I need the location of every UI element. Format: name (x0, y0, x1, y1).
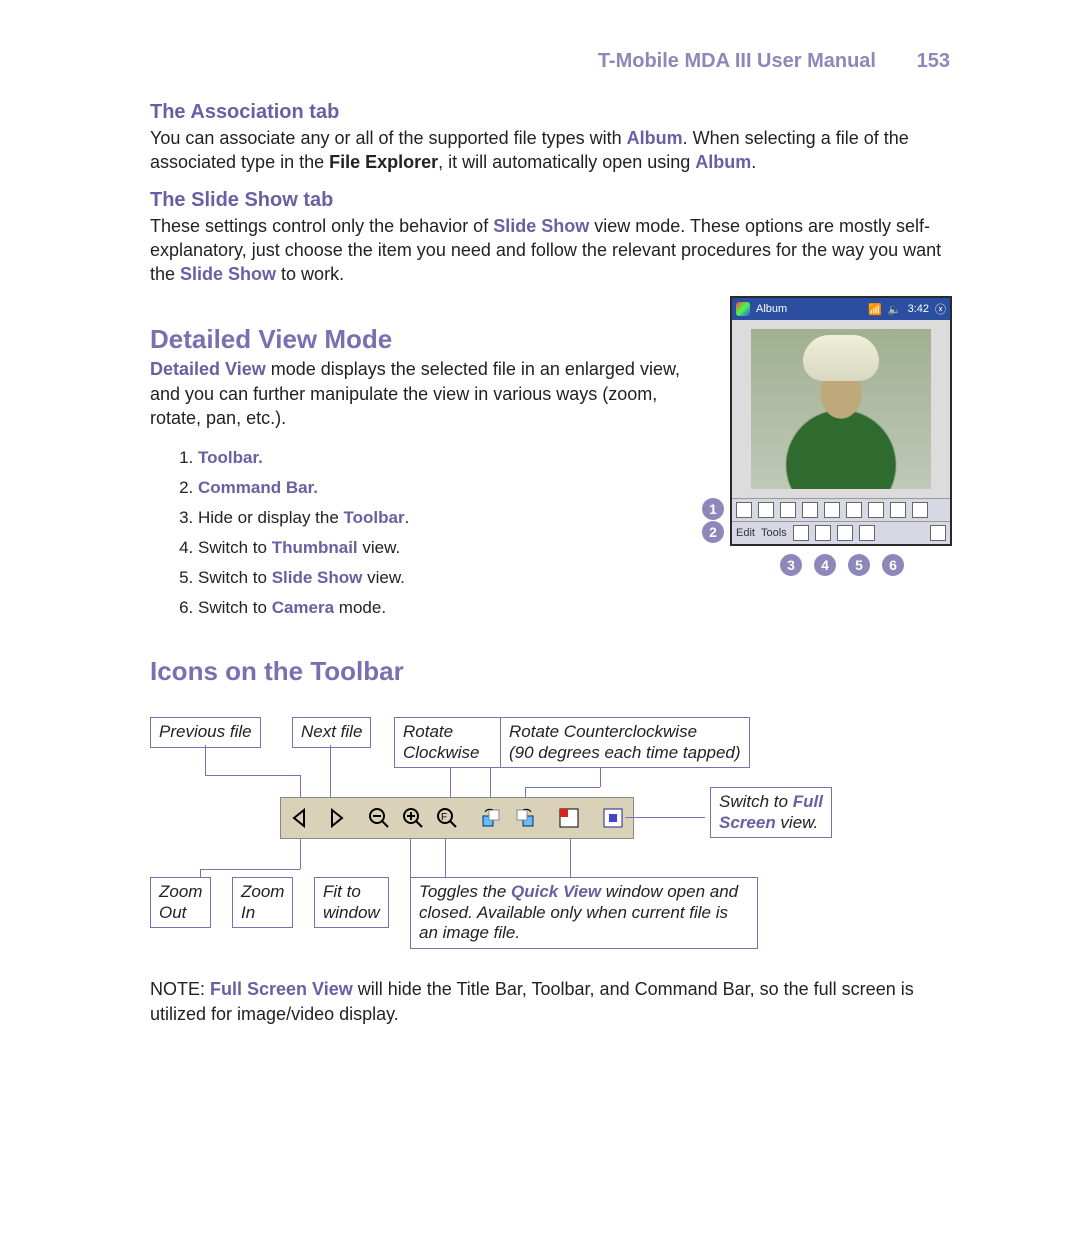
list-item: Toolbar. (198, 448, 710, 468)
zoom-out-icon (780, 502, 796, 518)
slideshow-view-icon (837, 525, 853, 541)
fit-window-icon (824, 502, 840, 518)
doc-title: T-Mobile MDA III User Manual (150, 50, 900, 73)
rotate-ccw-icon (868, 502, 884, 518)
detailed-view-list: Toolbar. Command Bar. Hide or display th… (158, 448, 710, 618)
detailed-view-paragraph: Detailed View mode displays the selected… (150, 357, 710, 430)
callout-zoom-out: ZoomOut (150, 877, 211, 928)
prev-icon (736, 502, 752, 518)
phone-app-title: Album (756, 303, 787, 315)
list-item: Command Bar. (198, 478, 710, 498)
svg-text:F: F (441, 812, 447, 823)
windows-start-icon (736, 302, 750, 316)
badge-row: 3 4 5 6 (780, 554, 950, 576)
toolbar-toggle-icon (793, 525, 809, 541)
zoom-in-icon (802, 502, 818, 518)
callout-rotate-cw: RotateClockwise (394, 717, 502, 768)
phone-command-bar: Edit Tools (732, 521, 950, 544)
page-header: T-Mobile MDA III User Manual 153 (150, 50, 950, 73)
heading-detailed-view: Detailed View Mode (150, 324, 710, 355)
badge-6: 6 (882, 554, 904, 576)
badge-5: 5 (848, 554, 870, 576)
rotate-cw-icon (846, 502, 862, 518)
quick-view-toggle-icon (553, 802, 585, 834)
phone-titlebar: Album 📶 🔈 3:42 ⓧ (732, 298, 950, 320)
page-number: 153 (900, 50, 950, 73)
badge-1: 1 (702, 498, 724, 520)
signal-icon: 📶 (868, 303, 882, 316)
zoom-out-icon (363, 802, 395, 834)
slideshow-paragraph: These settings control only the behavior… (150, 214, 950, 287)
rotate-ccw-icon (509, 802, 541, 834)
list-item: Switch to Slide Show view. (198, 568, 710, 588)
heading-icons-toolbar: Icons on the Toolbar (150, 656, 950, 687)
toolbar-diagram: Previous file Next file RotateClockwise … (150, 717, 950, 947)
badge-4: 4 (814, 554, 836, 576)
callout-fit-window: Fit towindow (314, 877, 389, 928)
fit-window-icon: F (431, 802, 463, 834)
quick-view-icon (890, 502, 906, 518)
cmd-tools: Tools (761, 527, 787, 539)
phone-screenshot: Album 📶 🔈 3:42 ⓧ 1 (730, 296, 950, 576)
next-file-icon (319, 802, 351, 834)
callout-fullscreen: Switch to FullScreen view. (710, 787, 832, 838)
next-icon (758, 502, 774, 518)
cmd-edit: Edit (736, 527, 755, 539)
keyboard-icon (930, 525, 946, 541)
list-item: Switch to Thumbnail view. (198, 538, 710, 558)
close-icon: ⓧ (935, 301, 946, 317)
phone-time: 3:42 (908, 303, 929, 315)
badge-3: 3 (780, 554, 802, 576)
note-paragraph: NOTE: Full Screen View will hide the Tit… (150, 977, 950, 1026)
list-item: Hide or display the Toolbar. (198, 508, 710, 528)
badge-2: 2 (702, 521, 724, 543)
heading-association: The Association tab (150, 101, 950, 124)
callout-zoom-in: ZoomIn (232, 877, 293, 928)
prev-file-icon (285, 802, 317, 834)
list-item: Switch to Camera mode. (198, 598, 710, 618)
callout-prev-file: Previous file (150, 717, 261, 747)
fullscreen-icon (597, 802, 629, 834)
speaker-icon: 🔈 (888, 303, 902, 316)
callout-next-file: Next file (292, 717, 371, 747)
association-paragraph: You can associate any or all of the supp… (150, 126, 950, 175)
callout-quick-view: Toggles the Quick View window open and c… (410, 877, 758, 948)
heading-slideshow: The Slide Show tab (150, 189, 950, 212)
rotate-cw-icon (475, 802, 507, 834)
phone-toolbar (732, 498, 950, 521)
photo-preview (732, 320, 950, 498)
fullscreen-icon (912, 502, 928, 518)
callout-rotate-ccw: Rotate Counterclockwise(90 degrees each … (500, 717, 750, 768)
toolbar-strip: F (280, 797, 634, 839)
zoom-in-icon (397, 802, 429, 834)
thumbnail-view-icon (815, 525, 831, 541)
camera-mode-icon (859, 525, 875, 541)
